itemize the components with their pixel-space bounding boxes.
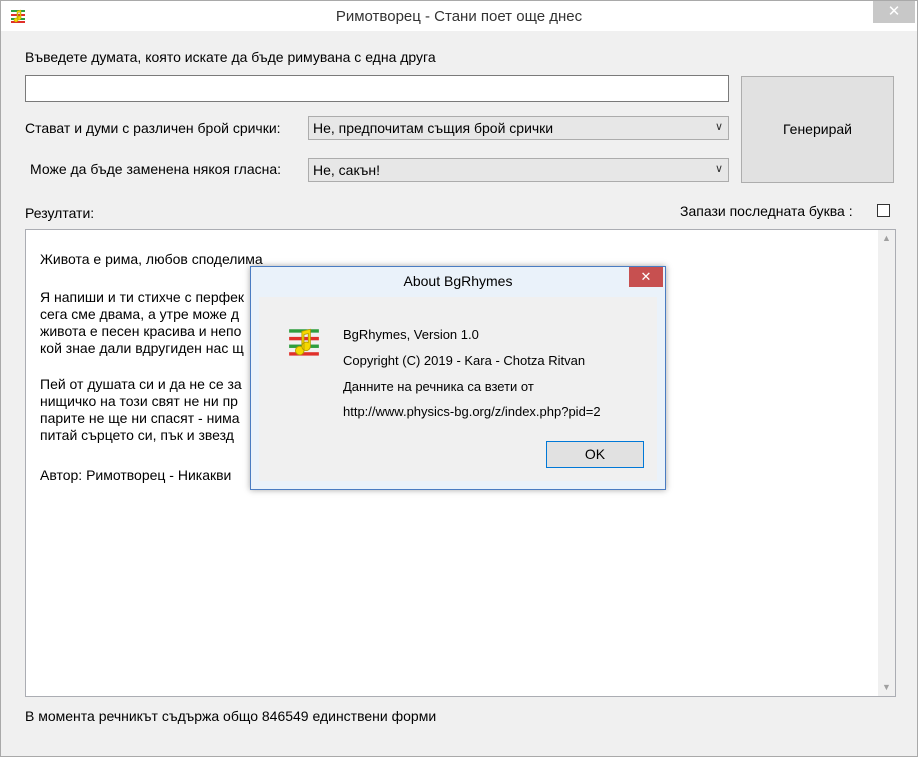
vowel-dropdown[interactable]: Не, сакън! ∨: [308, 158, 729, 182]
result-line: питай сърцето си, пък и звезд: [40, 427, 234, 443]
chevron-down-icon: ∨: [714, 163, 723, 175]
result-line: сега сме двама, а утре може д: [40, 306, 240, 322]
window-title: Римотворец - Стани поет още днес: [335, 8, 583, 25]
scroll-down-icon[interactable]: ▼: [878, 679, 895, 696]
result-line: Живота е рима, любов споделима: [40, 251, 263, 267]
syllables-label: Стават и думи с различен брой срички:: [25, 120, 281, 136]
vowel-dropdown-value: Не, сакън!: [313, 162, 380, 178]
result-line: Я напиши и ти стихче с перфек: [40, 289, 245, 305]
vowel-label: Може да бъде заменена някоя гласна:: [30, 161, 282, 177]
window-close-button[interactable]: ✕: [873, 1, 915, 23]
syllables-dropdown-value: Не, предпочитам същия брой срички: [313, 120, 554, 136]
chevron-down-icon: ∨: [714, 121, 723, 133]
dictionary-status: В момента речникът съдържа общо 846549 е…: [25, 708, 437, 724]
rhyme-notes-icon: [289, 328, 319, 356]
keep-last-letter-checkbox[interactable]: [877, 204, 890, 217]
close-icon: ✕: [887, 3, 901, 20]
result-line: нищичко на този свят не ни пр: [40, 393, 238, 409]
keep-last-letter-label: Запази последната буква :: [680, 203, 853, 219]
dialog-copyright: Copyright (C) 2019 - Kara - Chotza Ritva…: [343, 353, 586, 368]
generate-button[interactable]: Генерирай: [741, 76, 894, 183]
word-input[interactable]: [25, 75, 729, 102]
result-line: кой знае дали вдругиден нас щ: [40, 340, 244, 356]
dialog-source-note: Данните на речника са взети от: [343, 379, 534, 394]
dialog-title: About BgRhymes: [403, 273, 513, 289]
ok-button[interactable]: OK: [546, 441, 644, 468]
generate-button-label: Генерирай: [783, 121, 852, 137]
results-scrollbar[interactable]: ▲ ▼: [878, 230, 895, 696]
close-icon: ✕: [640, 269, 652, 284]
scroll-up-icon[interactable]: ▲: [878, 230, 895, 247]
result-line: Пей от душата си и да не се за: [40, 376, 242, 392]
title-bar[interactable]: Римотворец - Стани поет още днес ✕: [1, 1, 917, 31]
dialog-version: BgRhymes, Version 1.0: [343, 327, 479, 342]
about-dialog: About BgRhymes ✕ BgRhymes, Version 1.0 C…: [250, 266, 666, 490]
result-line: парите не ще ни спасят - нима: [40, 410, 240, 426]
ok-button-label: OK: [584, 446, 606, 462]
results-label: Резултати:: [25, 205, 95, 221]
dialog-body: BgRhymes, Version 1.0 Copyright (C) 2019…: [259, 297, 657, 481]
dialog-source-url[interactable]: http://www.physics-bg.org/z/index.php?pi…: [343, 404, 601, 419]
result-line: живота е песен красива и непо: [40, 323, 242, 339]
word-prompt-label: Въведете думата, която искате да бъде ри…: [25, 49, 436, 65]
result-line: Автор: Римотворец - Никакви: [40, 467, 232, 483]
syllables-dropdown[interactable]: Не, предпочитам същия брой срички ∨: [308, 116, 729, 140]
dialog-close-button[interactable]: ✕: [629, 267, 663, 287]
